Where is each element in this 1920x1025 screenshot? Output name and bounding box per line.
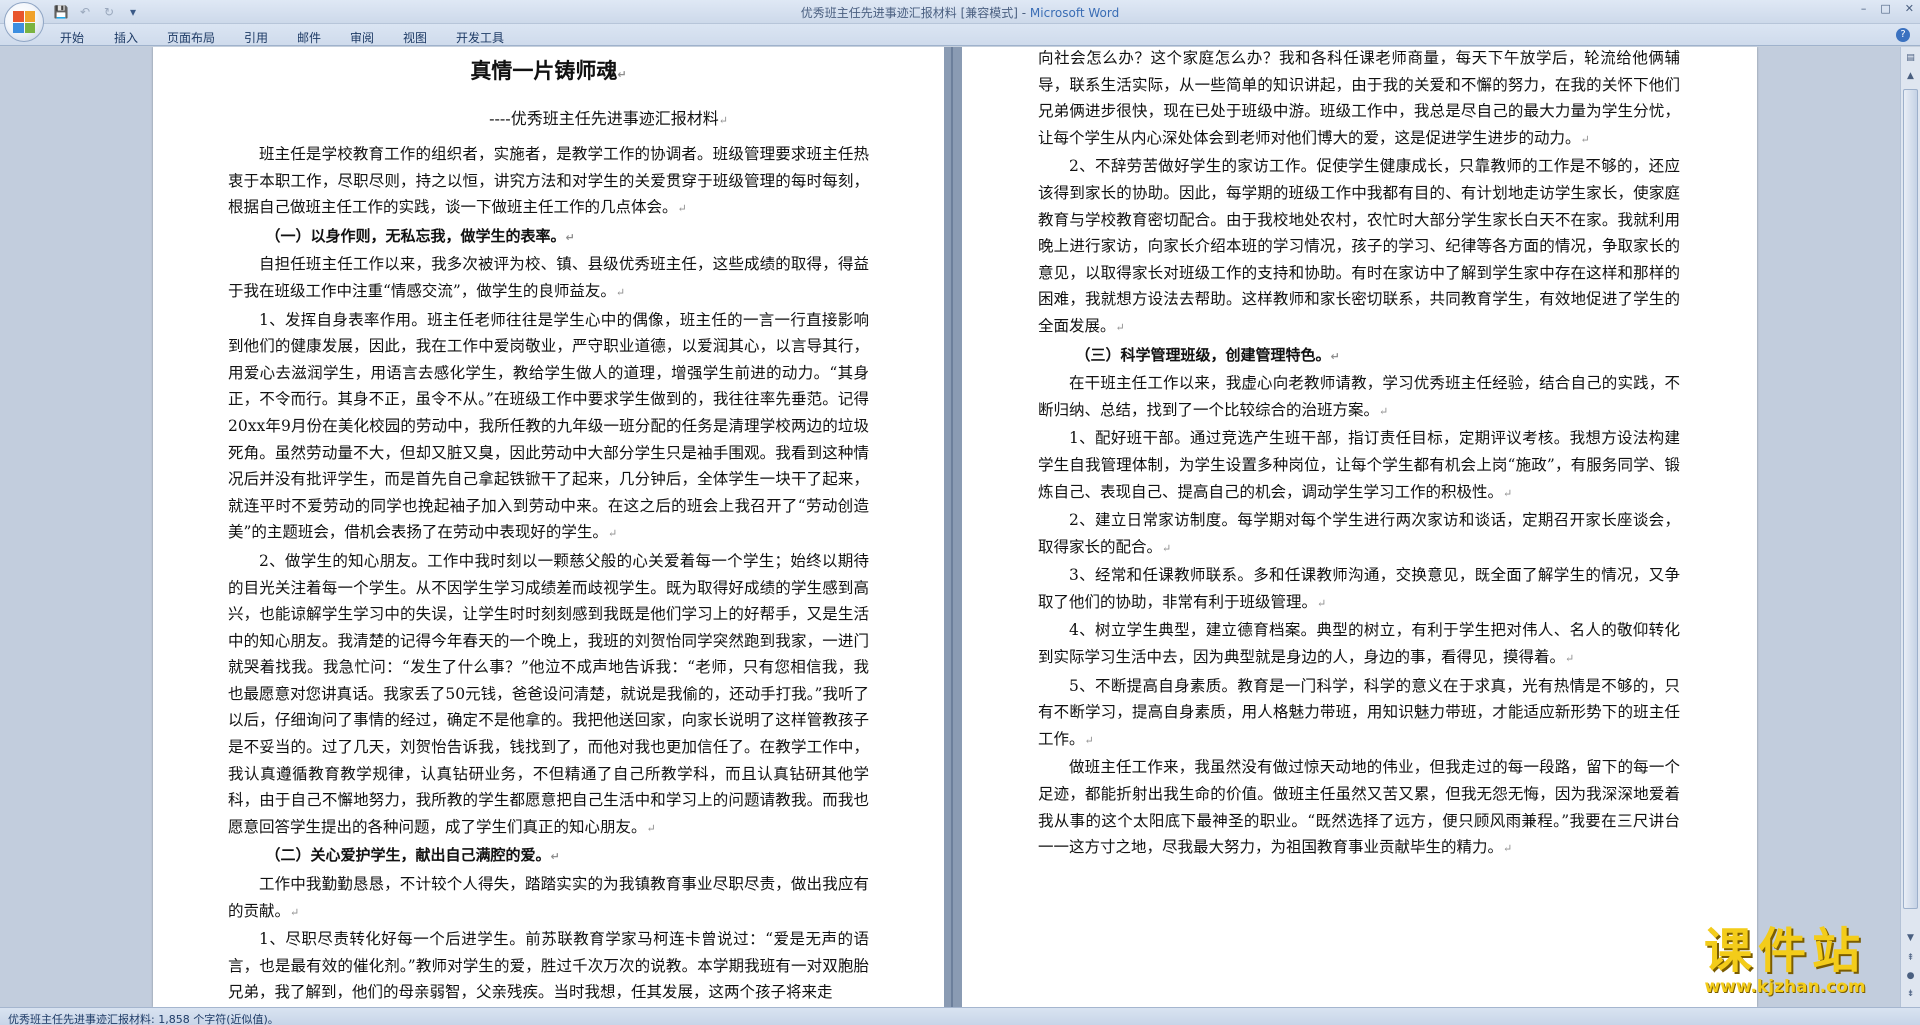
tab-mailings[interactable]: 邮件 <box>297 29 321 46</box>
site-watermark: 课件站 www.kjzhan.com <box>1670 925 1900 997</box>
paragraph-mark-icon: ↵ <box>550 850 560 864</box>
paragraph-text: 4、树立学生典型，建立德育档案。典型的树立，有利于学生把对伟人、名人的敬仰转化到… <box>1038 621 1680 667</box>
document-subtitle: ----优秀班主任先进事迹汇报材料↵ <box>489 109 728 128</box>
section-heading[interactable]: （一）以身作则，无私忘我，做学生的表率。↵ <box>228 223 869 252</box>
ribbon-tabs: 开始 插入 页面布局 引用 邮件 审阅 视图 开发工具 ? <box>0 24 1920 46</box>
paragraph-text: （三）科学管理班级，创建管理特色。 <box>1075 345 1331 364</box>
body-paragraph[interactable]: 向社会怎么办？这个家庭怎么办？我和各科任课老师商量，每天下午放学后，轮流给他俩辅… <box>1038 47 1680 153</box>
tab-developer[interactable]: 开发工具 <box>456 29 504 46</box>
paragraph-text: 1、配好班干部。通过竞选产生班干部，指订责任目标，定期评议考核。我想方设法构建学… <box>1038 429 1680 501</box>
app-name: Microsoft Word <box>1029 6 1120 20</box>
section-heading[interactable]: （三）科学管理班级，创建管理特色。↵ <box>1038 342 1680 371</box>
body-paragraph[interactable]: 5、不断提高自身素质。教育是一门科学，科学的意义在于求真，光有热情是不够的，只有… <box>1038 673 1680 755</box>
scroll-down-icon[interactable]: ▼ <box>1903 931 1918 946</box>
paragraph-mark-icon: ↵ <box>1379 404 1389 418</box>
body-paragraph[interactable]: 班主任是学校教育工作的组织者，实施者，是教学工作的协调者。班级管理要求班主任热衷… <box>228 141 869 223</box>
document-title: 真情一片铸师魂↵ <box>470 59 627 83</box>
document-page-1[interactable]: 真情一片铸师魂↵ ----优秀班主任先进事迹汇报材料↵ 班主任是学校教育工作的组… <box>153 47 944 1007</box>
body-paragraph[interactable]: 1、发挥自身表率作用。班主任老师往往是学生心中的偶像，班主任的一言一行直接影响到… <box>228 307 869 548</box>
previous-page-icon[interactable]: ⇞ <box>1903 951 1918 966</box>
office-button[interactable] <box>4 2 44 42</box>
paragraph-text: 工作中我勤勤恳恳，不计较个人得失，踏踏实实的为我镇教育事业尽职尽责，做出我应有的… <box>228 875 869 920</box>
tab-references[interactable]: 引用 <box>244 29 268 46</box>
paragraph-mark-icon: ↵ <box>1330 349 1340 363</box>
body-paragraph[interactable]: 在干班主任工作以来，我虚心向老教师请教，学习优秀班主任经验，结合自己的实践，不断… <box>1038 370 1680 425</box>
paragraph-mark-icon: ↵ <box>1503 486 1513 500</box>
tab-page-layout[interactable]: 页面布局 <box>167 29 215 46</box>
maximize-icon[interactable]: □ <box>1880 2 1890 15</box>
body-paragraph[interactable]: 1、配好班干部。通过竞选产生班干部，指订责任目标，定期评议考核。我想方设法构建学… <box>1038 425 1680 507</box>
paragraph-text: 1、发挥自身表率作用。班主任老师往往是学生心中的偶像，班主任的一言一行直接影响到… <box>228 310 869 542</box>
paragraph-text: 班主任是学校教育工作的组织者，实施者，是教学工作的协调者。班级管理要求班主任热衷… <box>228 145 869 217</box>
page-1-paragraphs: 班主任是学校教育工作的组织者，实施者，是教学工作的协调者。班级管理要求班主任热衷… <box>228 141 869 1006</box>
paragraph-mark-icon: ↵ <box>1084 733 1094 747</box>
window-split-bar[interactable] <box>944 47 962 1007</box>
word-count-status[interactable]: 优秀班主任先进事迹汇报材料: 1,858 个字符(近似值)。 <box>8 1011 279 1025</box>
tab-insert[interactable]: 插入 <box>114 29 138 46</box>
paragraph-mark-icon: ↵ <box>290 905 300 919</box>
office-logo-icon <box>13 11 35 33</box>
paragraph-text: 2、不辞劳苦做好学生的家访工作。促使学生健康成长，只靠教师的工作是不够的，还应该… <box>1038 157 1680 335</box>
tab-view[interactable]: 视图 <box>403 29 427 46</box>
paragraph-mark-icon: ↵ <box>646 821 656 835</box>
tab-home[interactable]: 开始 <box>60 29 84 46</box>
tab-review[interactable]: 审阅 <box>350 29 374 46</box>
page-1-content[interactable]: 真情一片铸师魂↵ ----优秀班主任先进事迹汇报材料↵ 班主任是学校教育工作的组… <box>228 53 869 1006</box>
page-2-content[interactable]: 向社会怎么办？这个家庭怎么办？我和各科任课老师商量，每天下午放学后，轮流给他俩辅… <box>1038 47 1680 863</box>
paragraph-mark-icon: ↵ <box>565 230 575 244</box>
body-paragraph[interactable]: 做班主任工作来，我虽然没有做过惊天动地的伟业，但我走过的每一段路，留下的每一个足… <box>1038 754 1680 862</box>
paragraph-text: （二）关心爱护学生，献出自己满腔的爱。 <box>265 846 551 865</box>
section-heading[interactable]: （二）关心爱护学生，献出自己满腔的爱。↵ <box>228 842 869 871</box>
window-controls: – □ ✕ <box>1861 2 1914 15</box>
paragraph-mark-icon: ↵ <box>1317 596 1327 610</box>
scrollbar-thumb[interactable] <box>1903 89 1918 909</box>
paragraph-mark-icon: ↵ <box>1162 541 1172 555</box>
help-icon[interactable]: ? <box>1896 28 1910 42</box>
body-paragraph[interactable]: 2、建立日常家访制度。每学期对每个学生进行两次家访和谈话，定期召开家长座谈会，取… <box>1038 507 1680 562</box>
watermark-url: www.kjzhan.com <box>1704 977 1866 997</box>
body-paragraph[interactable]: 工作中我勤勤恳恳，不计较个人得失，踏踏实实的为我镇教育事业尽职尽责，做出我应有的… <box>228 871 869 926</box>
minimize-icon[interactable]: – <box>1861 2 1867 15</box>
document-name: 优秀班主任先进事迹汇报材料 [兼容模式] - <box>800 6 1030 20</box>
select-browse-object-icon[interactable]: ● <box>1903 969 1918 984</box>
body-paragraph[interactable]: 4、树立学生典型，建立德育档案。典型的树立，有利于学生把对伟人、名人的敬仰转化到… <box>1038 617 1680 672</box>
page-2-paragraphs: 向社会怎么办？这个家庭怎么办？我和各科任课老师商量，每天下午放学后，轮流给他俩辅… <box>1038 47 1680 863</box>
paragraph-mark-icon: ↵ <box>1580 132 1590 146</box>
vertical-scrollbar[interactable]: ▤ ▲ ▼ ⇞ ● ⇟ <box>1900 47 1920 1007</box>
close-icon[interactable]: ✕ <box>1905 2 1914 15</box>
status-bar: 优秀班主任先进事迹汇报材料: 1,858 个字符(近似值)。 <box>0 1007 1920 1025</box>
document-page-2[interactable]: 向社会怎么办？这个家庭怎么办？我和各科任课老师商量，每天下午放学后，轮流给他俩辅… <box>962 47 1757 1007</box>
next-page-icon[interactable]: ⇟ <box>1903 987 1918 1002</box>
paragraph-mark-icon: ↵ <box>607 527 618 541</box>
body-paragraph[interactable]: 2、不辞劳苦做好学生的家访工作。促使学生健康成长，只靠教师的工作是不够的，还应该… <box>1038 153 1680 341</box>
body-paragraph[interactable]: 2、做学生的知心朋友。工作中我时刻以一颗慈父般的心关爱着每一个学生；始终以期待的… <box>228 548 869 843</box>
scroll-up-icon[interactable]: ▲ <box>1903 69 1918 84</box>
ruler-toggle-icon[interactable]: ▤ <box>1903 51 1918 66</box>
paragraph-text: （一）以身作则，无私忘我，做学生的表率。 <box>265 226 566 245</box>
paragraph-text: 2、做学生的知心朋友。工作中我时刻以一颗慈父般的心关爱着每一个学生；始终以期待的… <box>228 551 869 836</box>
paragraph-text: 自担任班主任工作以来，我多次被评为校、镇、县级优秀班主任，这些成绩的取得，得益于… <box>228 255 869 300</box>
paragraph-mark-icon: ↵ <box>677 202 687 216</box>
title-bar: 💾 ↶ ↻ ▾ 优秀班主任先进事迹汇报材料 [兼容模式] - Microsoft… <box>0 0 1920 24</box>
body-paragraph[interactable]: 3、经常和任课教师联系。多和任课教师沟通，交换意见，既全面了解学生的情况，又争取… <box>1038 562 1680 617</box>
paragraph-mark-icon: ↵ <box>1565 652 1575 666</box>
body-paragraph[interactable]: 1、尽职尽责转化好每一个后进学生。前苏联教育学家马柯连卡曾说过：“爱是无声的语言… <box>228 926 869 1006</box>
paragraph-text: 3、经常和任课教师联系。多和任课教师沟通，交换意见，既全面了解学生的情况，又争取… <box>1038 566 1680 611</box>
watermark-logo-text: 课件站 <box>1703 923 1866 979</box>
paragraph-mark-icon: ↵ <box>1115 320 1125 334</box>
paragraph-text: 做班主任工作来，我虽然没有做过惊天动地的伟业，但我走过的每一段路，留下的每一个足… <box>1038 758 1680 857</box>
paragraph-text: 在干班主任工作以来，我虚心向老教师请教，学习优秀班主任经验，结合自己的实践，不断… <box>1038 374 1680 419</box>
body-paragraph[interactable]: 自担任班主任工作以来，我多次被评为校、镇、县级优秀班主任，这些成绩的取得，得益于… <box>228 251 869 306</box>
paragraph-text: 2、建立日常家访制度。每学期对每个学生进行两次家访和谈话，定期召开家长座谈会，取… <box>1038 511 1680 556</box>
window-title: 优秀班主任先进事迹汇报材料 [兼容模式] - Microsoft Word <box>0 4 1920 21</box>
paragraph-mark-icon: ↵ <box>1503 842 1513 856</box>
paragraph-text: 5、不断提高自身素质。教育是一门科学，科学的意义在于求真，光有热情是不够的，只有… <box>1038 676 1680 748</box>
paragraph-mark-icon: ↵ <box>615 285 626 299</box>
paragraph-text: 1、尽职尽责转化好每一个后进学生。前苏联教育学家马柯连卡曾说过：“爱是无声的语言… <box>228 930 869 1002</box>
